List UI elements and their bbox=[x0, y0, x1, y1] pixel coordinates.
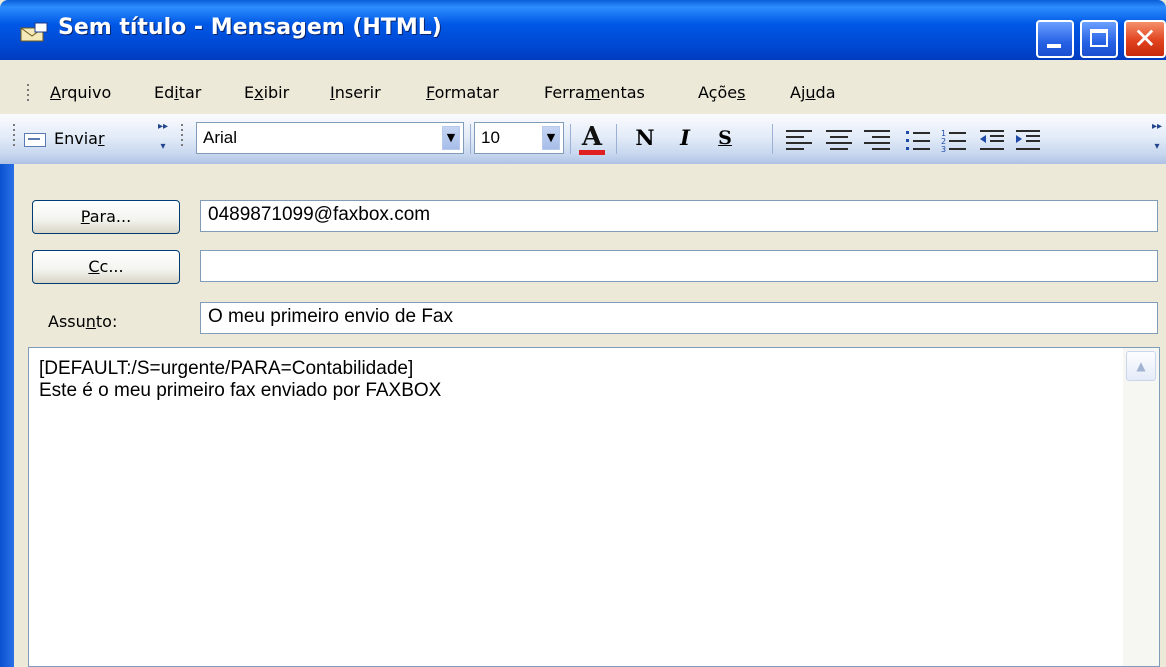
to-field[interactable]: 0489871099@faxbox.com bbox=[200, 200, 1158, 232]
font-size-dropdown-icon[interactable]: ▼ bbox=[542, 126, 560, 150]
cc-field[interactable] bbox=[200, 250, 1158, 282]
close-icon: ✕ bbox=[1133, 22, 1157, 55]
message-body-text[interactable]: [DEFAULT:/S=urgente/PARA=Contabilidade] E… bbox=[39, 358, 441, 402]
message-icon bbox=[20, 22, 48, 42]
align-center-icon[interactable] bbox=[826, 130, 852, 150]
maximize-icon bbox=[1090, 29, 1108, 47]
font-name-dropdown-icon[interactable]: ▼ bbox=[442, 126, 460, 150]
font-size-select[interactable]: 10 ▼ bbox=[474, 122, 564, 154]
menu-arquivo[interactable]: Arquivo bbox=[50, 83, 111, 102]
toolbar-separator bbox=[616, 124, 617, 154]
align-right-icon[interactable] bbox=[864, 130, 890, 150]
menu-formatar[interactable]: Formatar bbox=[426, 83, 499, 102]
align-left-icon[interactable] bbox=[786, 130, 812, 150]
toolbar-separator bbox=[470, 124, 471, 154]
toolbar-grip-icon[interactable] bbox=[12, 124, 16, 149]
menu-inserir[interactable]: Inserir bbox=[330, 83, 381, 102]
close-button[interactable]: ✕ bbox=[1124, 20, 1166, 58]
menu-ajuda[interactable]: Ajuda bbox=[790, 83, 836, 102]
bold-button[interactable]: N bbox=[628, 122, 662, 154]
maximize-button[interactable] bbox=[1080, 20, 1118, 58]
bulleted-list-icon[interactable] bbox=[904, 128, 932, 152]
body-line: [DEFAULT:/S=urgente/PARA=Contabilidade] bbox=[39, 358, 414, 379]
decrease-indent-icon[interactable] bbox=[978, 128, 1006, 152]
numbered-list-icon[interactable]: 1 2 3 bbox=[940, 128, 968, 152]
toolbar-separator bbox=[772, 124, 773, 154]
menu-exibir[interactable]: Exibir bbox=[244, 83, 289, 102]
to-button[interactable]: Para... bbox=[32, 200, 180, 234]
cc-button[interactable]: Cc... bbox=[32, 250, 180, 284]
font-name-value: Arial bbox=[203, 128, 238, 147]
send-button-label: Enviar bbox=[54, 129, 105, 148]
menu-editar[interactable]: Editar bbox=[154, 83, 201, 102]
title-bar[interactable]: Sem título - Mensagem (HTML) ✕ bbox=[0, 0, 1166, 60]
increase-indent-icon[interactable] bbox=[1014, 128, 1042, 152]
toolbar-overflow-chevron-icon[interactable]: ▸▸ ▾ bbox=[156, 122, 170, 156]
scroll-up-arrow-icon[interactable]: ▲ bbox=[1126, 351, 1156, 381]
body-line: Este é o meu primeiro fax enviado por FA… bbox=[39, 380, 442, 401]
font-color-swatch bbox=[579, 150, 605, 155]
toolbar-grip-icon-2[interactable] bbox=[180, 124, 184, 149]
underline-button[interactable]: S bbox=[708, 122, 742, 154]
svg-text:3: 3 bbox=[941, 145, 946, 152]
font-name-select[interactable]: Arial ▼ bbox=[196, 122, 464, 154]
window-left-border bbox=[0, 164, 14, 667]
message-window: Sem título - Mensagem (HTML) ✕ Arquivo E… bbox=[0, 0, 1166, 667]
subject-label: Assunto: bbox=[48, 312, 118, 331]
message-body-editor[interactable]: [DEFAULT:/S=urgente/PARA=Contabilidade] E… bbox=[28, 347, 1160, 667]
send-button[interactable]: Enviar bbox=[20, 124, 146, 156]
font-size-value: 10 bbox=[481, 128, 500, 147]
minimize-icon bbox=[1047, 44, 1061, 48]
toolbar-separator bbox=[570, 124, 571, 154]
menu-ferramentas[interactable]: Ferramentas bbox=[544, 83, 645, 102]
minimize-button[interactable] bbox=[1036, 20, 1074, 58]
toolbar-overflow-chevron-icon-2[interactable]: ▸▸ ▾ bbox=[1150, 122, 1164, 156]
menu-bar: Arquivo Editar Exibir Inserir Formatar F… bbox=[0, 74, 1166, 114]
vertical-scrollbar[interactable]: ▲ bbox=[1123, 348, 1159, 666]
menu-acoes[interactable]: Ações bbox=[698, 83, 745, 102]
menu-grip-icon[interactable] bbox=[26, 84, 30, 104]
send-envelope-icon bbox=[24, 133, 46, 147]
window-title: Sem título - Mensagem (HTML) bbox=[58, 15, 442, 40]
subject-field[interactable]: O meu primeiro envio de Fax bbox=[200, 302, 1158, 334]
italic-button[interactable]: I bbox=[668, 122, 702, 154]
